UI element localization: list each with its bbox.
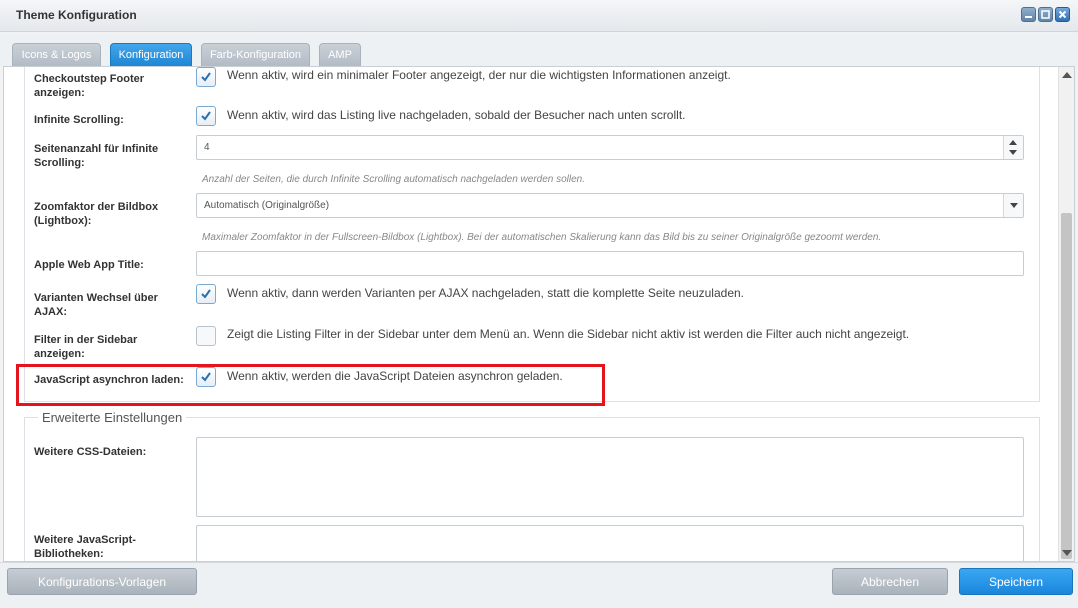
- templates-button[interactable]: Konfigurations-Vorlagen: [7, 568, 197, 595]
- scrollbar-thumb[interactable]: [1061, 213, 1072, 559]
- check-icon: [201, 289, 211, 299]
- window-title: Theme Konfiguration: [16, 8, 137, 22]
- vertical-scrollbar[interactable]: [1058, 67, 1074, 561]
- number-spinner[interactable]: [1003, 136, 1023, 159]
- varianten-ajax-checkbox[interactable]: [196, 284, 216, 304]
- checkoutstep-footer-description: Wenn aktiv, wird ein minimaler Footer an…: [227, 68, 731, 82]
- infinite-scrolling-checkbox[interactable]: [196, 106, 216, 126]
- seitenanzahl-label: Seitenanzahl für Infinite Scrolling:: [34, 143, 159, 169]
- filter-sidebar-checkbox[interactable]: [196, 326, 216, 346]
- check-icon: [201, 111, 211, 121]
- dialog-footer: Konfigurations-Vorlagen Abbrechen Speich…: [0, 562, 1078, 608]
- infinite-scrolling-description: Wenn aktiv, wird das Listing live nachge…: [227, 108, 686, 122]
- seitenanzahl-input[interactable]: 4: [196, 135, 1024, 160]
- zoomfaktor-hint: Maximaler Zoomfaktor in der Fullscreen-B…: [202, 232, 882, 243]
- scroll-down-icon[interactable]: [1062, 550, 1072, 556]
- checkoutstep-footer-checkbox[interactable]: [196, 67, 216, 87]
- js-libraries-textarea[interactable]: [196, 525, 1024, 561]
- save-button[interactable]: Speichern: [959, 568, 1073, 595]
- tab-farb-konfiguration[interactable]: Farb-Konfiguration: [201, 43, 310, 66]
- tab-konfiguration[interactable]: Konfiguration: [110, 43, 192, 66]
- css-files-label: Weitere CSS-Dateien:: [34, 446, 147, 458]
- filter-sidebar-description: Zeigt die Listing Filter in der Sidebar …: [227, 327, 910, 341]
- cancel-button[interactable]: Abbrechen: [832, 568, 948, 595]
- apple-web-app-title-label: Apple Web App Title:: [34, 259, 144, 271]
- tab-amp[interactable]: AMP: [319, 43, 361, 66]
- spin-down-icon[interactable]: [1009, 150, 1017, 155]
- zoomfaktor-selected-value: Automatisch (Originalgröße): [204, 200, 330, 211]
- varianten-ajax-label: Varianten Wechsel über AJAX:: [34, 292, 158, 318]
- config-panel: Checkoutstep Footer anzeigen: Wenn aktiv…: [3, 66, 1075, 562]
- seitenanzahl-hint: Anzahl der Seiten, die durch Infinite Sc…: [202, 174, 586, 185]
- tab-icons-logos[interactable]: Icons & Logos: [12, 43, 101, 66]
- minimize-icon[interactable]: [1021, 7, 1036, 22]
- zoomfaktor-select[interactable]: Automatisch (Originalgröße): [196, 193, 1024, 218]
- filter-sidebar-label: Filter in der Sidebar anzeigen:: [34, 334, 138, 360]
- advanced-settings-legend: Erweiterte Einstellungen: [38, 410, 187, 425]
- apple-web-app-title-input[interactable]: [196, 251, 1024, 276]
- dropdown-trigger[interactable]: [1003, 194, 1023, 217]
- tab-bar: Icons & Logos Konfiguration Farb-Konfigu…: [0, 33, 1078, 66]
- js-libraries-label: Weitere JavaScript-Bibliotheken:: [34, 534, 136, 560]
- checkoutstep-footer-label: Checkoutstep Footer anzeigen:: [34, 73, 145, 99]
- window-titlebar: Theme Konfiguration: [0, 0, 1078, 32]
- scroll-up-icon[interactable]: [1062, 72, 1072, 78]
- css-files-textarea[interactable]: [196, 437, 1024, 517]
- zoomfaktor-label: Zoomfaktor der Bildbox (Lightbox):: [34, 201, 159, 227]
- close-icon[interactable]: [1055, 7, 1070, 22]
- highlight-box: [16, 364, 605, 406]
- chevron-down-icon: [1010, 203, 1018, 208]
- spin-up-icon[interactable]: [1009, 140, 1017, 145]
- infinite-scrolling-label: Infinite Scrolling:: [34, 114, 124, 126]
- maximize-icon[interactable]: [1038, 7, 1053, 22]
- varianten-ajax-description: Wenn aktiv, dann werden Varianten per AJ…: [227, 286, 745, 300]
- seitenanzahl-value: 4: [204, 142, 210, 153]
- check-icon: [201, 72, 211, 82]
